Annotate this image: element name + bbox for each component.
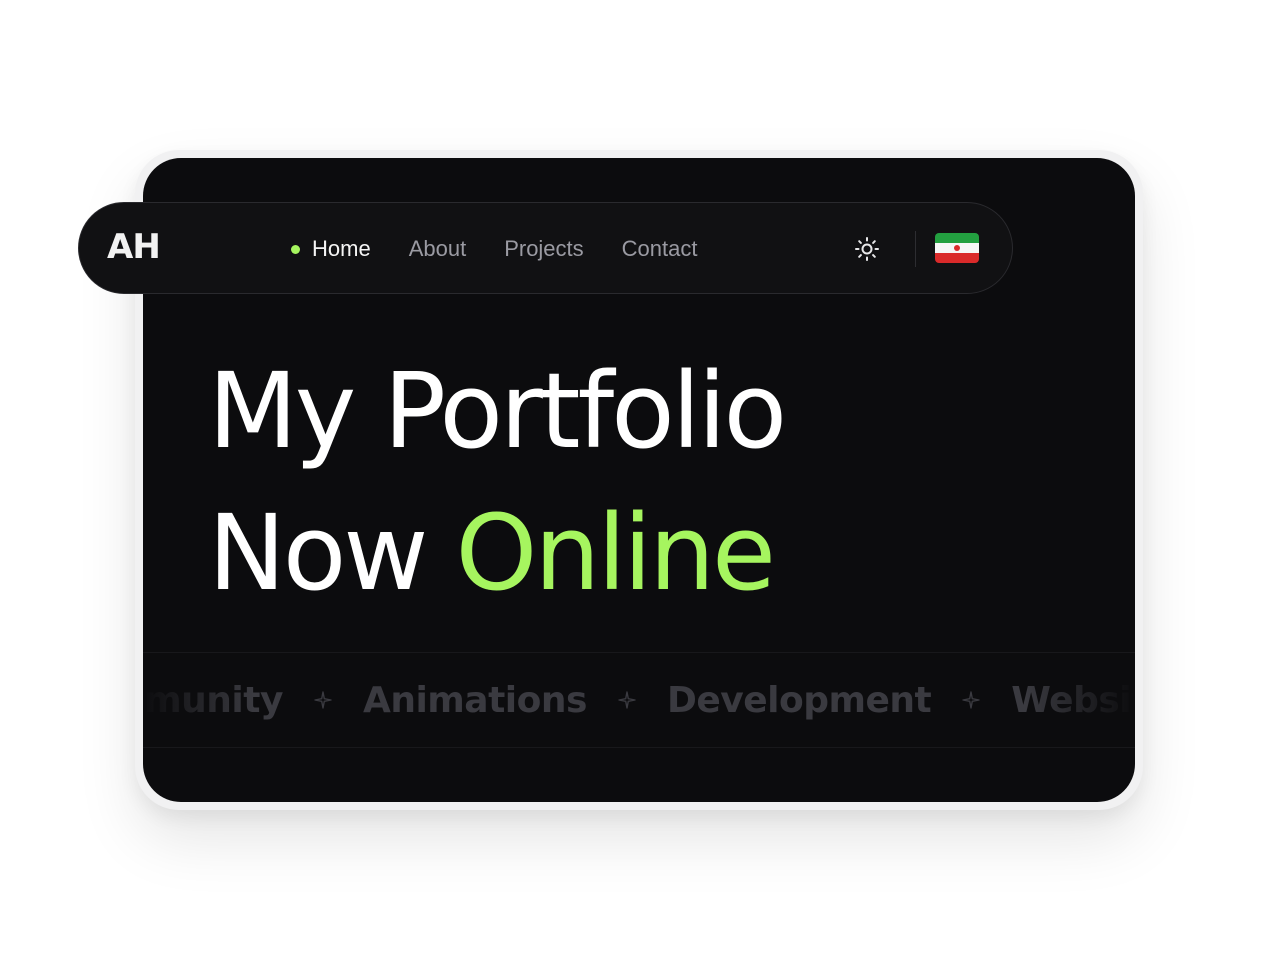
hero-line-2-accent: Online [455,492,776,614]
flag-stripe-red [935,253,979,263]
marquee-item-animations: Animations [362,679,587,721]
nav-link-about-label: About [408,236,467,261]
nav-links: Home About Projects Contact [291,233,736,265]
hero-heading: My Portfolio Now Online [208,340,787,624]
marquee-item-community: Community [143,679,283,721]
nav-link-contact[interactable]: Contact [622,233,698,265]
page: My Portfolio Now Online Community Animat… [0,0,1280,960]
navbar: AH Home About Projects Contact [78,202,1013,294]
nav-link-projects[interactable]: Projects [504,233,583,265]
marquee-track: Community Animations Development Website… [143,653,1135,747]
logo[interactable]: AH [107,225,161,269]
hero-line-2-prefix: Now [208,492,428,614]
marquee-item-development: Development [666,679,932,721]
nav-link-contact-label: Contact [621,236,698,261]
sparkle-icon [617,690,637,710]
sparkle-icon [313,690,333,710]
sparkle-icon [961,690,981,710]
marquee-item-websites: Websites [1011,679,1135,721]
nav-link-projects-label: Projects [504,236,584,261]
sun-icon [855,237,879,261]
nav-link-home[interactable]: Home [291,233,371,265]
hero-line-1: My Portfolio [208,350,787,472]
flag-emblem [954,245,960,251]
flag-stripe-green [935,233,979,243]
nav-divider [915,231,916,267]
flag-stripe-white [935,243,979,253]
active-indicator-dot [291,244,300,254]
hero-line-2: Now Online [208,482,784,624]
theme-toggle-button[interactable] [851,233,883,265]
nav-link-home-label: Home [312,236,371,261]
skills-marquee: Community Animations Development Website… [143,652,1135,748]
iran-flag-icon[interactable] [935,233,979,263]
nav-link-about[interactable]: About [409,233,467,265]
